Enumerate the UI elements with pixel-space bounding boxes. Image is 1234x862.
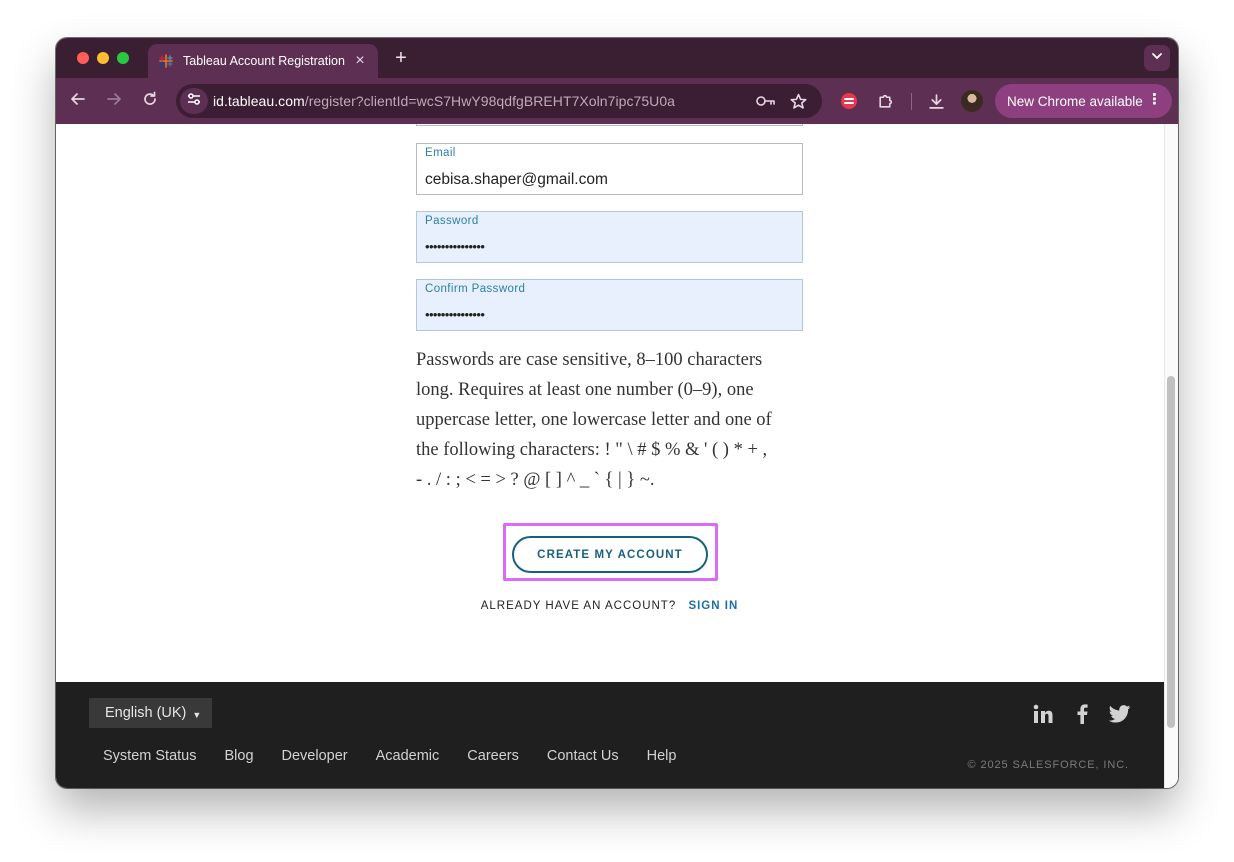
site-info-button[interactable]	[180, 88, 208, 114]
download-icon[interactable]	[924, 89, 948, 113]
tab-strip: Tableau Account Registration × +	[56, 38, 1178, 78]
maximize-window-button[interactable]	[117, 52, 129, 64]
footer-link-academic[interactable]: Academic	[376, 748, 440, 764]
confirm-password-value: •••••••••••••••	[425, 307, 485, 322]
password-requirements: Passwords are case sensitive, 8–100 char…	[416, 345, 808, 495]
arrow-right-icon	[106, 91, 122, 112]
create-account-button[interactable]: CREATE MY ACCOUNT	[512, 536, 708, 573]
password-key-icon[interactable]	[756, 91, 776, 111]
confirm-password-field[interactable]: Confirm Password •••••••••••••••	[416, 279, 803, 331]
copyright-text: © 2025 SALESFORCE, INC.	[967, 759, 1129, 771]
site-footer: English (UK) ▼ System Status Blog Develo…	[56, 682, 1164, 788]
footer-link-blog[interactable]: Blog	[224, 748, 253, 764]
browser-toolbar: id.tableau.com/register?clientId=wcS7HwY…	[56, 78, 1178, 124]
help-line: long. Requires at least one number (0–9)…	[416, 380, 754, 400]
extension-red-icon[interactable]	[837, 89, 861, 113]
chrome-update-button[interactable]: New Chrome available ⋮	[995, 84, 1172, 118]
facebook-icon[interactable]	[1070, 702, 1094, 726]
footer-link-help[interactable]: Help	[647, 748, 677, 764]
footer-links: System Status Blog Developer Academic Ca…	[103, 748, 704, 764]
help-line: - . / : ; < = > ? @ [ ] ^ _ ` { | } ~.	[416, 470, 655, 490]
footer-link-careers[interactable]: Careers	[467, 748, 519, 764]
tab-title: Tableau Account Registration	[183, 54, 345, 68]
more-menu-icon[interactable]: ⋮	[1147, 91, 1162, 109]
help-line: uppercase letter, one lowercase letter a…	[416, 410, 772, 430]
browser-tab[interactable]: Tableau Account Registration ×	[148, 44, 378, 78]
page-content: Email cebisa.shaper@gmail.com Password •…	[56, 124, 1164, 788]
arrow-left-icon	[70, 91, 86, 112]
bookmark-star-icon[interactable]	[788, 91, 808, 111]
help-line: the following characters: ! " \ # $ % & …	[416, 440, 768, 460]
footer-link-developer[interactable]: Developer	[282, 748, 348, 764]
new-tab-button[interactable]: +	[390, 47, 412, 69]
signin-link[interactable]: SIGN IN	[688, 600, 738, 612]
tableau-logo-icon	[158, 53, 174, 69]
confirm-password-label: Confirm Password	[425, 283, 526, 295]
url-text: id.tableau.com/register?clientId=wcS7HwY…	[213, 93, 676, 109]
toolbar-divider	[911, 93, 912, 110]
chrome-update-label: New Chrome available	[1007, 93, 1143, 109]
caret-down-icon: ▼	[192, 709, 202, 720]
extensions-puzzle-icon[interactable]	[873, 89, 897, 113]
footer-link-system-status[interactable]: System Status	[103, 748, 196, 764]
help-line: Passwords are case sensitive, 8–100 char…	[416, 350, 763, 370]
reload-button[interactable]	[138, 89, 162, 113]
chevron-down-icon	[1151, 49, 1163, 67]
footer-link-contact-us[interactable]: Contact Us	[547, 748, 619, 764]
scrollbar-thumb[interactable]	[1167, 376, 1175, 728]
reload-icon	[142, 91, 158, 112]
language-value: English (UK)	[105, 705, 187, 721]
close-window-button[interactable]	[77, 52, 89, 64]
signin-row: ALREADY HAVE AN ACCOUNT? SIGN IN	[416, 600, 803, 612]
back-button[interactable]	[66, 89, 90, 113]
profile-avatar[interactable]	[961, 90, 983, 112]
twitter-icon[interactable]	[1108, 702, 1132, 726]
address-bar[interactable]: id.tableau.com/register?clientId=wcS7HwY…	[176, 84, 822, 118]
language-select[interactable]: English (UK) ▼	[89, 698, 212, 728]
password-label: Password	[425, 215, 479, 227]
previous-field-edge	[416, 124, 803, 126]
email-field[interactable]: Email cebisa.shaper@gmail.com	[416, 143, 803, 195]
close-tab-icon[interactable]: ×	[352, 53, 368, 69]
browser-window: Tableau Account Registration × + id.tabl…	[56, 38, 1178, 788]
tune-icon	[186, 91, 202, 112]
email-value: cebisa.shaper@gmail.com	[425, 171, 608, 188]
password-field[interactable]: Password •••••••••••••••	[416, 211, 803, 263]
minimize-window-button[interactable]	[97, 52, 109, 64]
forward-button[interactable]	[102, 89, 126, 113]
signin-prompt: ALREADY HAVE AN ACCOUNT?	[480, 600, 677, 612]
tab-search-button[interactable]	[1144, 45, 1170, 71]
linkedin-icon[interactable]	[1031, 702, 1055, 726]
email-label: Email	[425, 147, 456, 159]
password-value: •••••••••••••••	[425, 239, 485, 254]
